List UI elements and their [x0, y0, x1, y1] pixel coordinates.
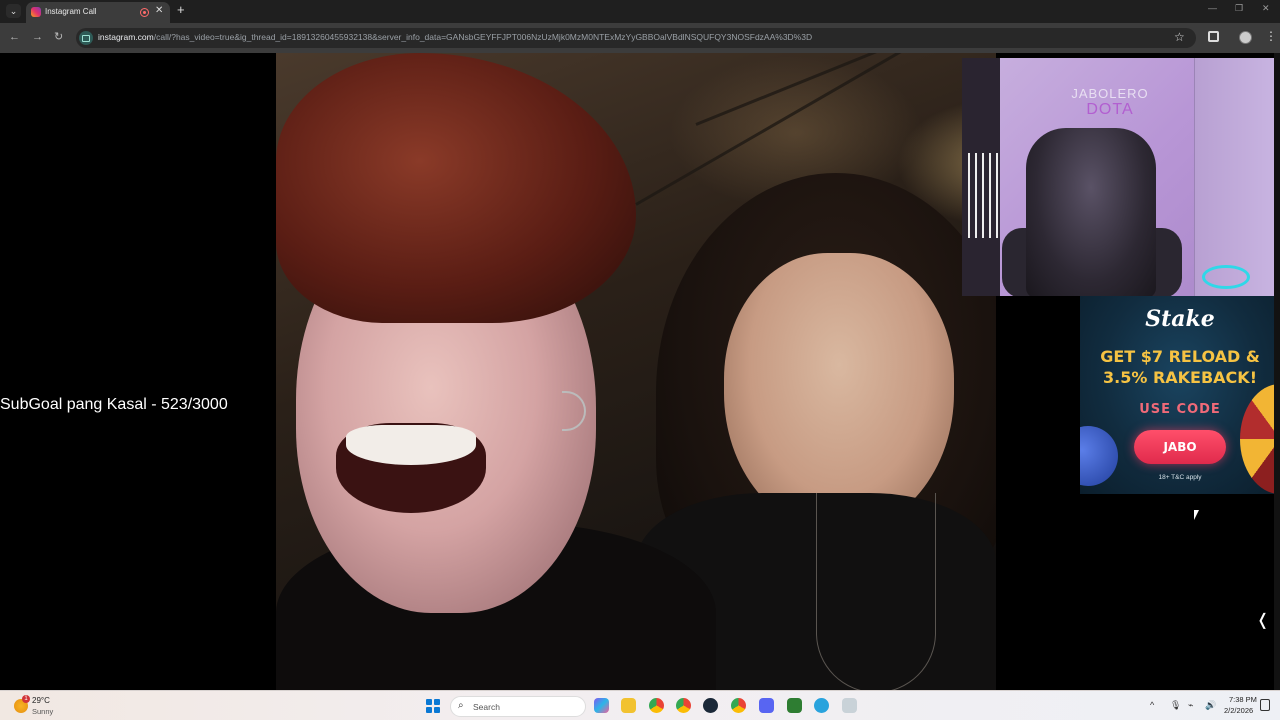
- main-video-feed[interactable]: [276, 53, 996, 690]
- windows-taskbar: 1 29°C Sunny ⌕ Search ^ 🎙 ⌁ 🔊 7:38 PM 2/…: [0, 690, 1280, 720]
- profile-avatar[interactable]: [1239, 31, 1252, 44]
- extensions-puzzle-icon[interactable]: [1208, 31, 1219, 42]
- person-left-teeth: [346, 425, 476, 465]
- webcam-door: [1194, 58, 1280, 296]
- telegram-app-icon[interactable]: [814, 698, 829, 713]
- promo-code-button: JABO: [1134, 430, 1226, 464]
- promo-terms: 18+ T&C apply: [1158, 474, 1202, 481]
- chrome-profile-1-icon[interactable]: [649, 698, 664, 713]
- promo-headline-line2: 3.5% RAKEBACK!: [1103, 368, 1257, 387]
- recording-indicator-icon: [140, 8, 149, 17]
- clock-time[interactable]: 7:38 PM: [1229, 695, 1257, 704]
- instagram-favicon-icon: [31, 7, 41, 17]
- person-left-hair: [276, 53, 636, 323]
- volume-icon[interactable]: 🔊: [1205, 700, 1216, 711]
- search-icon: ⌕: [458, 700, 464, 711]
- person-right-necklace: [816, 493, 936, 690]
- stake-promo-banner: Stake GET $7 RELOAD & 3.5% RAKEBACK! USE…: [1080, 296, 1280, 494]
- windows-start-button[interactable]: [426, 699, 440, 713]
- snipping-tool-icon[interactable]: [842, 698, 857, 713]
- clock-date[interactable]: 2/2/2026: [1224, 706, 1253, 715]
- promo-headline-line1: GET $7 RELOAD &: [1100, 347, 1260, 366]
- page-scrollbar[interactable]: [1274, 53, 1280, 690]
- address-bar[interactable]: instagram.com/call/?has_video=true&ig_th…: [76, 28, 1196, 48]
- tab-search-menu-button[interactable]: ⌄: [6, 4, 21, 18]
- neon-sign-line2: DOTA: [1086, 101, 1134, 118]
- chrome-profile-2-icon[interactable]: [676, 698, 691, 713]
- streamer-webcam-overlay: JABOLERO DOTA: [962, 58, 1280, 296]
- browser-menu-icon[interactable]: ⋮: [1265, 29, 1277, 43]
- browser-toolbar: ← → ↻ instagram.com/call/?has_video=true…: [0, 23, 1280, 53]
- browser-titlebar: ⌄ Instagram Call ✕ + — ❐ ✕: [0, 0, 1280, 23]
- file-explorer-icon[interactable]: [621, 698, 636, 713]
- taskbar-search-box[interactable]: ⌕ Search: [450, 696, 586, 717]
- webcam-railing: [968, 153, 1002, 238]
- collapse-panel-chevron-icon[interactable]: ❬: [1256, 610, 1269, 630]
- neon-sign-line1: JABOLERO: [1071, 86, 1149, 101]
- person-right-face: [724, 253, 954, 533]
- site-info-icon[interactable]: [79, 31, 93, 45]
- mouse-cursor-icon: [1194, 510, 1199, 520]
- restore-window-icon[interactable]: ❐: [1235, 3, 1243, 14]
- promo-use-code-label: USE CODE: [1139, 402, 1221, 417]
- tray-overflow-chevron-icon[interactable]: ^: [1150, 700, 1154, 710]
- close-window-icon[interactable]: ✕: [1262, 3, 1270, 14]
- tab-instagram-call[interactable]: Instagram Call ✕: [26, 2, 170, 23]
- bookmark-star-icon[interactable]: ☆: [1174, 30, 1185, 44]
- promo-headline: GET $7 RELOAD & 3.5% RAKEBACK!: [1080, 346, 1280, 388]
- stake-logo: Stake: [1145, 306, 1215, 332]
- ring-light: [1202, 265, 1250, 289]
- tab-close-icon[interactable]: ✕: [155, 5, 163, 16]
- streaming-app-icon[interactable]: [787, 698, 802, 713]
- url-text[interactable]: instagram.com/call/?has_video=true&ig_th…: [98, 32, 812, 42]
- weather-condition: Sunny: [32, 707, 54, 716]
- tab-title: Instagram Call: [45, 7, 97, 16]
- neon-sign: JABOLERO DOTA: [1060, 86, 1160, 118]
- weather-notification-badge: 1: [22, 695, 30, 703]
- gaming-chair: [1026, 128, 1156, 296]
- call-page: SubGoal pang Kasal - 523/3000 JABOLERO D…: [0, 53, 1280, 690]
- subgoal-overlay-text: SubGoal pang Kasal - 523/3000: [0, 396, 228, 413]
- network-icon[interactable]: ⌁: [1188, 700, 1193, 711]
- back-arrow-icon[interactable]: ←: [9, 31, 20, 43]
- notification-center-icon[interactable]: [1260, 699, 1270, 711]
- copilot-app-icon[interactable]: [594, 698, 609, 713]
- discord-app-icon[interactable]: [759, 698, 774, 713]
- weather-temperature: 29°C: [32, 696, 50, 705]
- search-placeholder: Search: [473, 702, 500, 712]
- reload-icon[interactable]: ↻: [54, 31, 63, 43]
- new-tab-button[interactable]: +: [177, 3, 185, 17]
- steam-app-icon[interactable]: [703, 698, 718, 713]
- minimize-window-icon[interactable]: —: [1208, 3, 1217, 13]
- ceiling-beam: [695, 53, 938, 126]
- microphone-icon[interactable]: 🎙: [1170, 700, 1181, 711]
- chrome-profile-3-icon[interactable]: [731, 698, 746, 713]
- forward-arrow-icon[interactable]: →: [32, 31, 43, 43]
